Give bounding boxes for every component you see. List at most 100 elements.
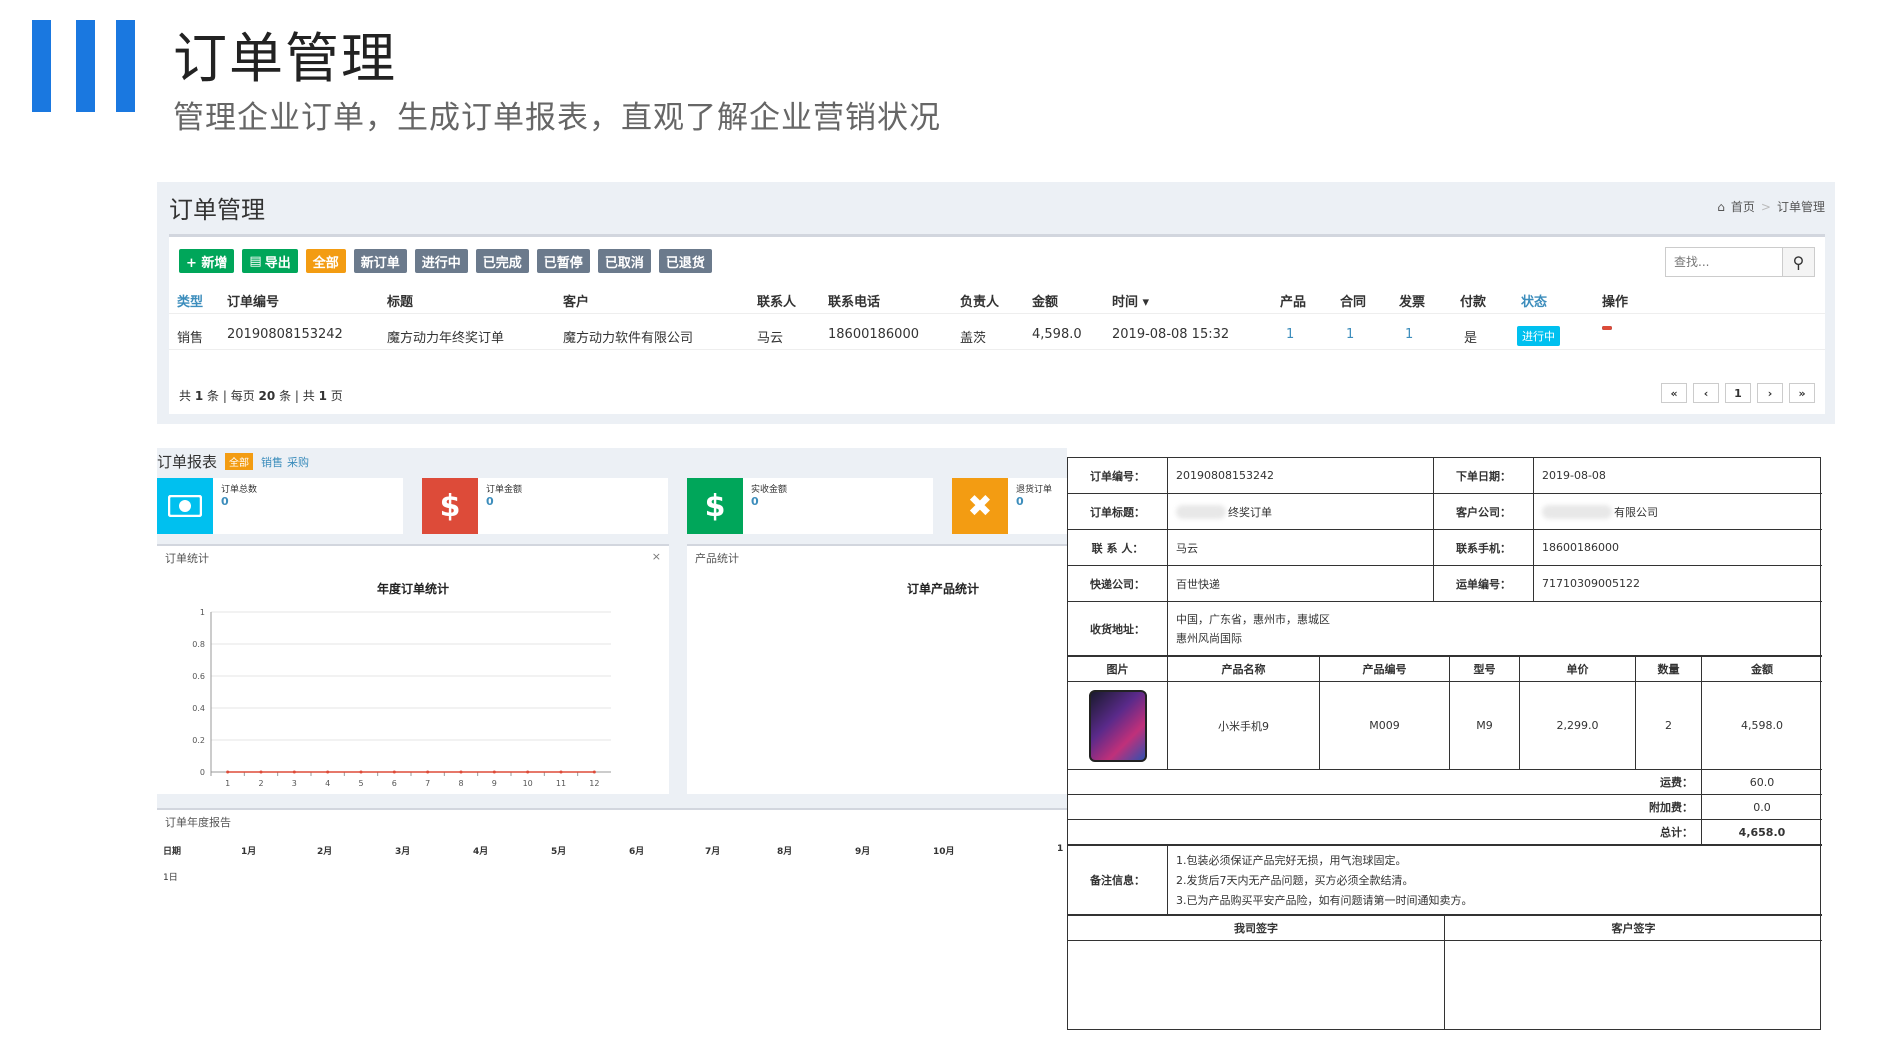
- x-tick-label: 7: [425, 779, 430, 788]
- export-button[interactable]: ▤ 导出: [242, 249, 298, 273]
- footer-text: 条 | 每页: [207, 389, 255, 403]
- invoice-notes: 1.包装必须保证产品完好无损，用气泡球固定。 2.发货后7天内无产品问题，买方必…: [1168, 845, 1822, 915]
- sign-label: 客户签字: [1445, 915, 1822, 941]
- panel-title: 订单管理: [169, 196, 265, 224]
- item-col-header: 产品名称: [1168, 656, 1320, 682]
- data-point: [392, 770, 396, 774]
- filter-all-button[interactable]: 全部: [305, 249, 346, 273]
- yearly-col-header: 3月: [395, 847, 411, 857]
- report-tab-sale[interactable]: 销售: [261, 454, 283, 470]
- filter-canceled-button[interactable]: 已取消: [597, 249, 651, 273]
- info-box-total: 订单总数 0: [157, 478, 403, 534]
- breadcrumb-sep: >: [1760, 199, 1771, 214]
- col-owner: 负责人: [960, 295, 1000, 310]
- address-line: 中国，广东省，惠州市，惠城区: [1176, 613, 1330, 626]
- footer-per-page: 20: [258, 389, 276, 403]
- page-last-button[interactable]: »: [1789, 383, 1815, 403]
- filter-paused-button[interactable]: 已暂停: [536, 249, 590, 273]
- item-amount: 4,598.0: [1702, 682, 1822, 770]
- yearly-col-header: 4月: [473, 847, 489, 857]
- dollar-icon: $: [422, 478, 478, 534]
- summary-label: 附加费：: [1068, 795, 1702, 820]
- x-tick-label: 9: [492, 779, 497, 788]
- invoice-contact: 马云: [1168, 530, 1434, 566]
- invoice-company: 有限公司: [1614, 505, 1658, 519]
- page-next-button[interactable]: ›: [1757, 383, 1783, 403]
- cell-type: 销售: [177, 331, 204, 346]
- col-status[interactable]: 状态: [1521, 291, 1547, 310]
- yearly-col-header: 9月: [855, 847, 871, 857]
- invoice-company-cell: 有限公司: [1534, 494, 1822, 530]
- accent-bar: [116, 20, 135, 112]
- item-col-header: 金额: [1702, 656, 1822, 682]
- product-stat-box: 产品统计 订单产品统计: [687, 544, 1067, 794]
- invoice-address: 中国，广东省，惠州市，惠城区 惠州风尚国际: [1168, 602, 1822, 656]
- report-tab-buy[interactable]: 采购: [287, 454, 309, 470]
- y-tick-label: 0.2: [192, 736, 205, 745]
- search-button[interactable]: ⚲: [1782, 248, 1814, 276]
- note-line: 3.已为产品购买平安产品险，如有问题请第一时间通知卖方。: [1176, 894, 1473, 907]
- line-chart: 00.20.40.60.811 2 3 4 5 6 7 8 9 10 11 12: [192, 608, 611, 788]
- cell-contact: 马云: [757, 331, 784, 346]
- report-title: 订单报表: [157, 453, 218, 471]
- col-title: 标题: [387, 295, 414, 310]
- footer-text: 页: [330, 389, 343, 403]
- y-tick-label: 0.6: [192, 672, 205, 681]
- breadcrumb-home[interactable]: 首页: [1731, 198, 1755, 215]
- info-box-amount: $ 订单金额 0: [422, 478, 668, 534]
- filter-returned-button[interactable]: 已退货: [658, 249, 712, 273]
- cell-product[interactable]: 1: [1286, 327, 1294, 342]
- x-tick-label: 11: [556, 779, 566, 788]
- home-icon: ⌂: [1717, 199, 1725, 214]
- y-tick-label: 1: [200, 608, 205, 617]
- item-col-header: 产品编号: [1320, 656, 1450, 682]
- info-value: 0: [221, 495, 229, 508]
- address-line: 惠州风尚国际: [1176, 632, 1242, 645]
- filter-inprogress-button[interactable]: 进行中: [414, 249, 468, 273]
- col-contact: 联系人: [757, 295, 797, 310]
- col-time[interactable]: 时间 ▾: [1112, 291, 1149, 310]
- item-col-header: 图片: [1068, 656, 1168, 682]
- box-title: 订单年度报告: [165, 816, 231, 829]
- cell-contract[interactable]: 1: [1346, 327, 1354, 342]
- report-tab-all[interactable]: 全部: [225, 453, 254, 470]
- summary-extra: 0.0: [1702, 795, 1822, 820]
- info-label: 实收金额: [751, 485, 788, 495]
- info-value: 0: [751, 495, 759, 508]
- col-type[interactable]: 类型: [177, 291, 203, 310]
- y-tick-label: 0.4: [192, 704, 205, 713]
- data-point: [226, 770, 230, 774]
- delete-label: 删除: [1607, 330, 1629, 343]
- page-first-button[interactable]: «: [1661, 383, 1687, 403]
- x-tick-label: 4: [325, 779, 330, 788]
- sign-area-company[interactable]: [1068, 941, 1445, 1029]
- filter-done-button[interactable]: 已完成: [475, 249, 529, 273]
- box-title: 产品统计: [695, 552, 739, 565]
- yearly-row-label: 1日: [163, 873, 178, 883]
- delete-button[interactable]: ✖ 删除: [1602, 326, 1629, 343]
- accent-bar: [76, 20, 95, 112]
- invoice-label: 联系手机：: [1434, 530, 1534, 566]
- search-input[interactable]: [1666, 248, 1782, 276]
- x-tick-label: 12: [589, 779, 599, 788]
- cell-invoice[interactable]: 1: [1405, 327, 1413, 342]
- col-invoice: 发票: [1399, 295, 1426, 310]
- pagination: « ‹ 1 › »: [1661, 383, 1815, 403]
- cell-paid: 是: [1464, 331, 1478, 346]
- data-point: [592, 770, 596, 774]
- page-prev-button[interactable]: ‹: [1693, 383, 1719, 403]
- divider: [169, 313, 1825, 314]
- sign-area-customer[interactable]: [1445, 941, 1822, 1029]
- add-button[interactable]: + 新增: [179, 249, 235, 273]
- invoice-title: 终奖订单: [1228, 505, 1272, 519]
- filter-new-button[interactable]: 新订单: [353, 249, 407, 273]
- order-stat-box: 订单统计 × 年度订单统计 0 0.2 0.4 0.6 0.8 1 1 2 3 4 5 6 7 8 9 10 1…: [157, 544, 669, 794]
- x-tick-label: 8: [458, 779, 463, 788]
- page-subtitle: 管理企业订单，生成订单报表，直观了解企业营销状况: [173, 100, 941, 136]
- y-tick-label: 0: [200, 768, 205, 777]
- invoice-express: 百世快递: [1168, 566, 1434, 602]
- data-point: [559, 770, 563, 774]
- x-tick-label: 10: [523, 779, 533, 788]
- page-number-button[interactable]: 1: [1725, 383, 1751, 403]
- accent-bar: [32, 20, 51, 112]
